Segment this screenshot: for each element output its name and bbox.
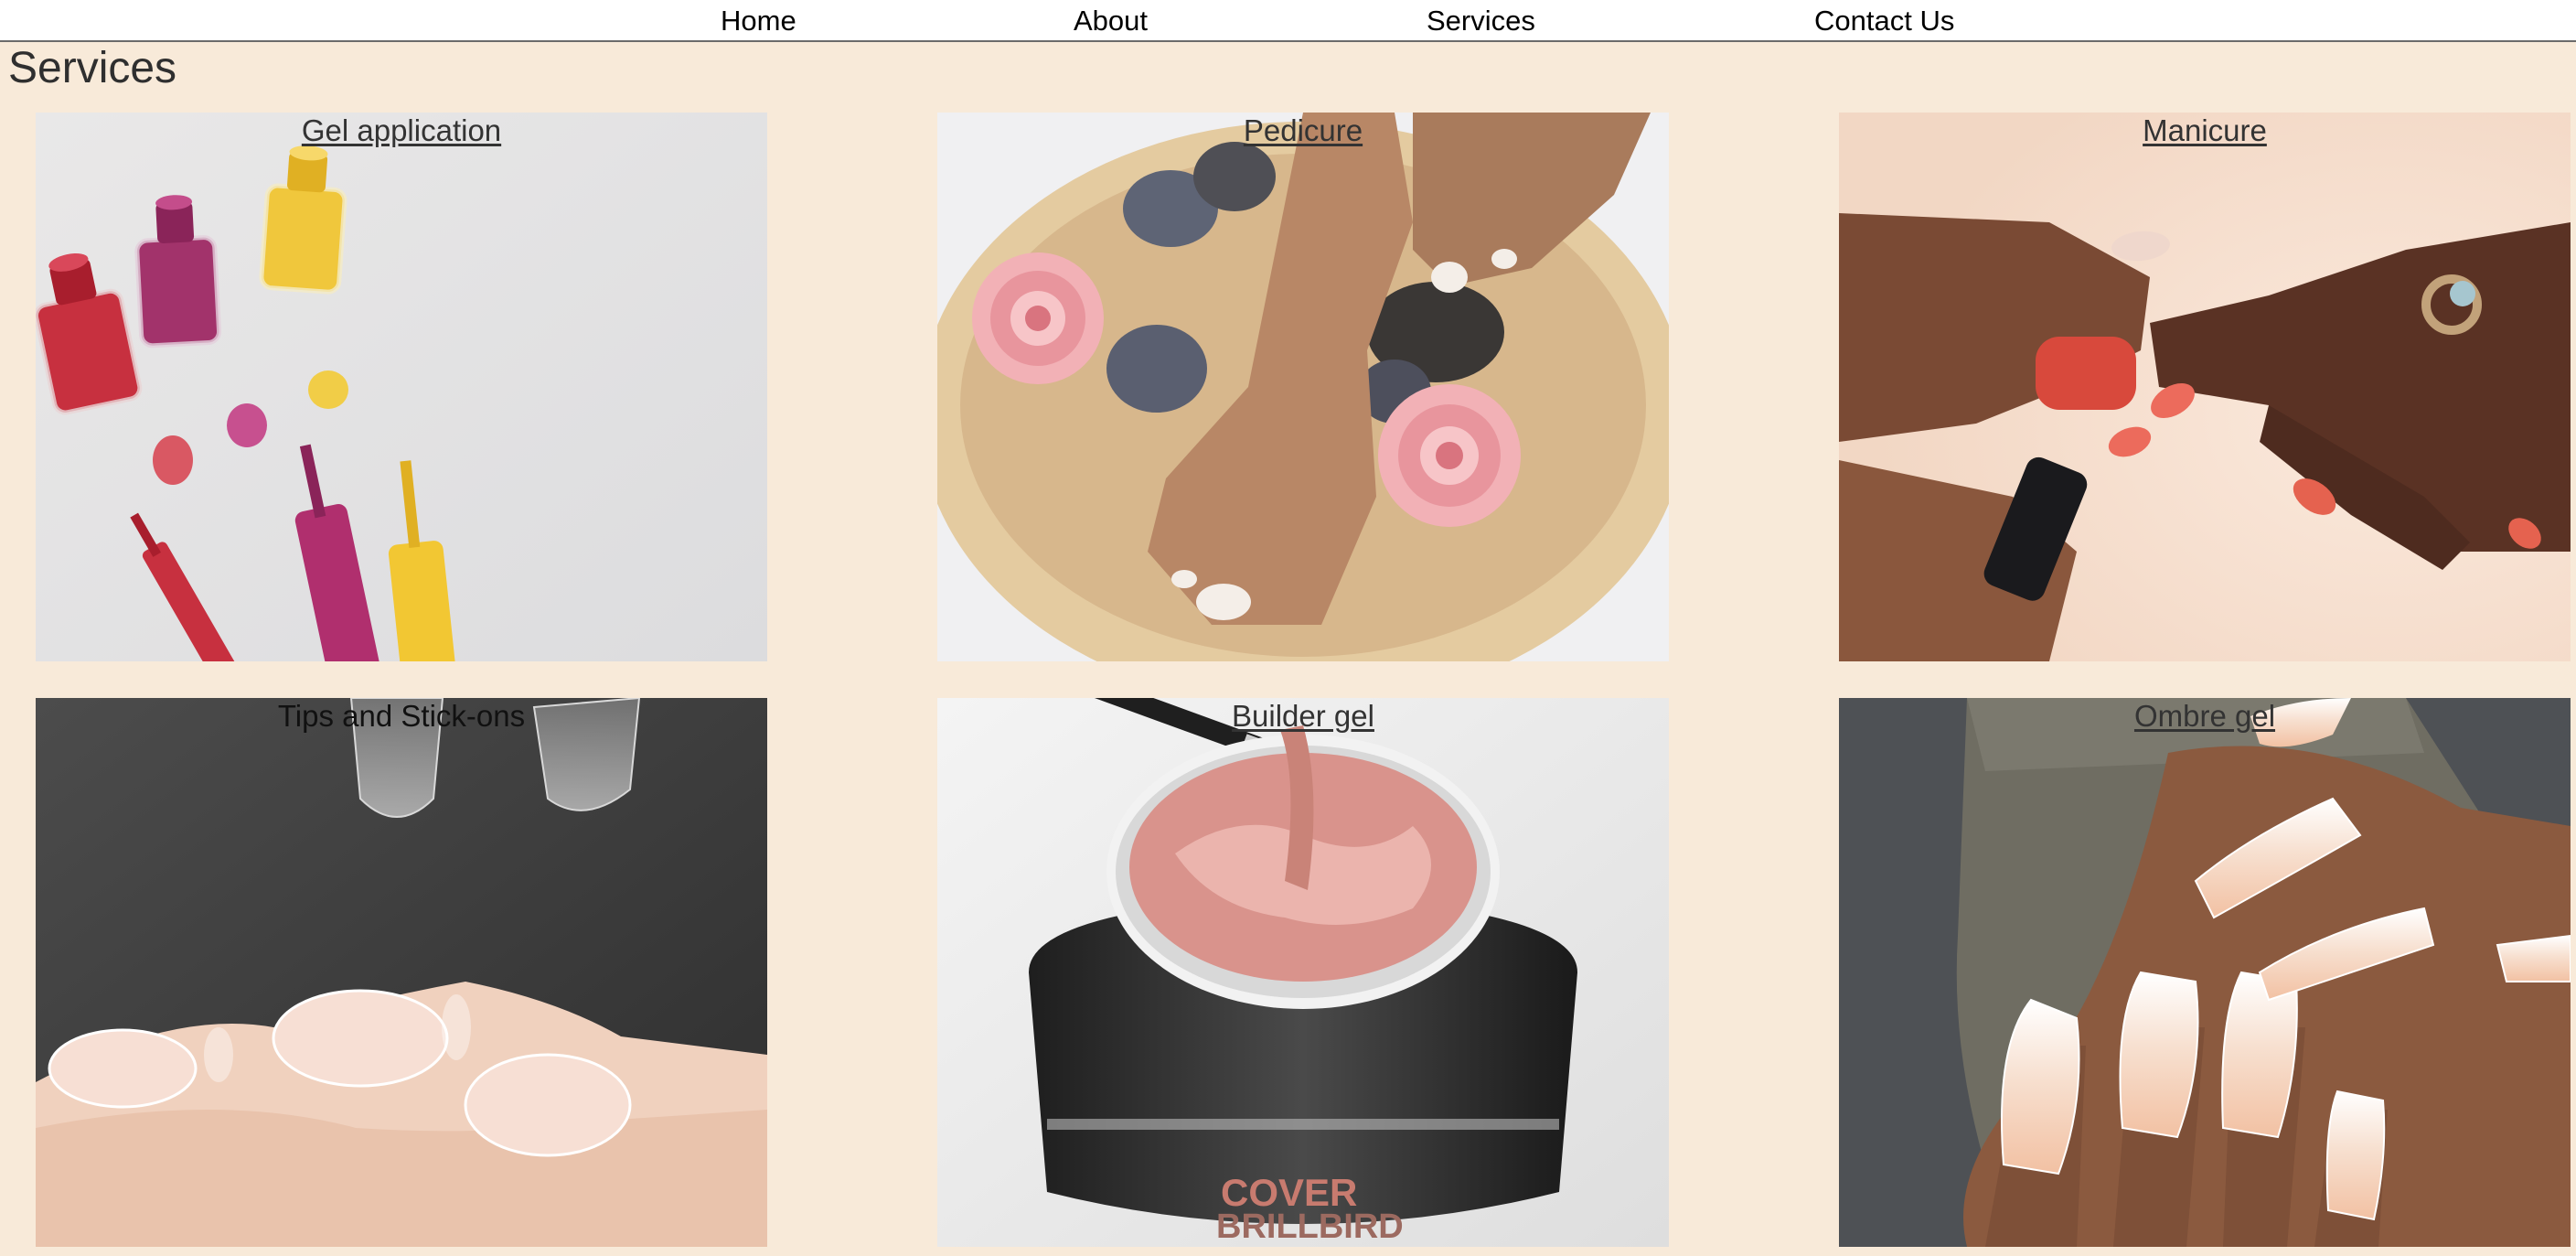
nail-polish-bottles-image [36,113,767,661]
nav-link-contact-us[interactable]: Contact Us [1814,4,1954,38]
page-title: Services [8,44,177,92]
service-title-manicure[interactable]: Manicure [1839,113,2571,149]
service-title-tips-and-stick-ons[interactable]: Tips and Stick-ons [36,698,767,735]
pedicure-foot-bowl-image [937,113,1669,661]
nav-link-services[interactable]: Services [1427,4,1535,38]
builder-gel-jar-image: COVER BRILLBIRD [937,698,1669,1247]
clear-nail-tips-image [36,698,767,1247]
service-title-builder-gel[interactable]: Builder gel [937,698,1669,735]
service-card-tips-and-stick-ons[interactable]: Tips and Stick-ons [36,698,767,1247]
service-card-manicure[interactable]: Manicure [1839,113,2571,661]
service-card-pedicure[interactable]: Pedicure [937,113,1669,661]
nav-link-home[interactable]: Home [721,4,796,38]
service-card-ombre-gel[interactable]: Ombre gel [1839,698,2571,1247]
service-title-ombre-gel[interactable]: Ombre gel [1839,698,2571,735]
nav-link-about[interactable]: About [1074,4,1148,38]
service-title-pedicure[interactable]: Pedicure [937,113,1669,149]
top-navigation: Home About Services Contact Us [0,0,2576,42]
jar-brand-text-brillbird: BRILLBIRD [1216,1208,1404,1246]
service-card-gel-application[interactable]: Gel application [36,113,767,661]
manicure-painting-nails-image [1839,113,2571,661]
service-title-gel-application[interactable]: Gel application [36,113,767,149]
ombre-nails-image [1839,698,2571,1247]
service-card-builder-gel[interactable]: COVER BRILLBIRD Builder gel [937,698,1669,1247]
